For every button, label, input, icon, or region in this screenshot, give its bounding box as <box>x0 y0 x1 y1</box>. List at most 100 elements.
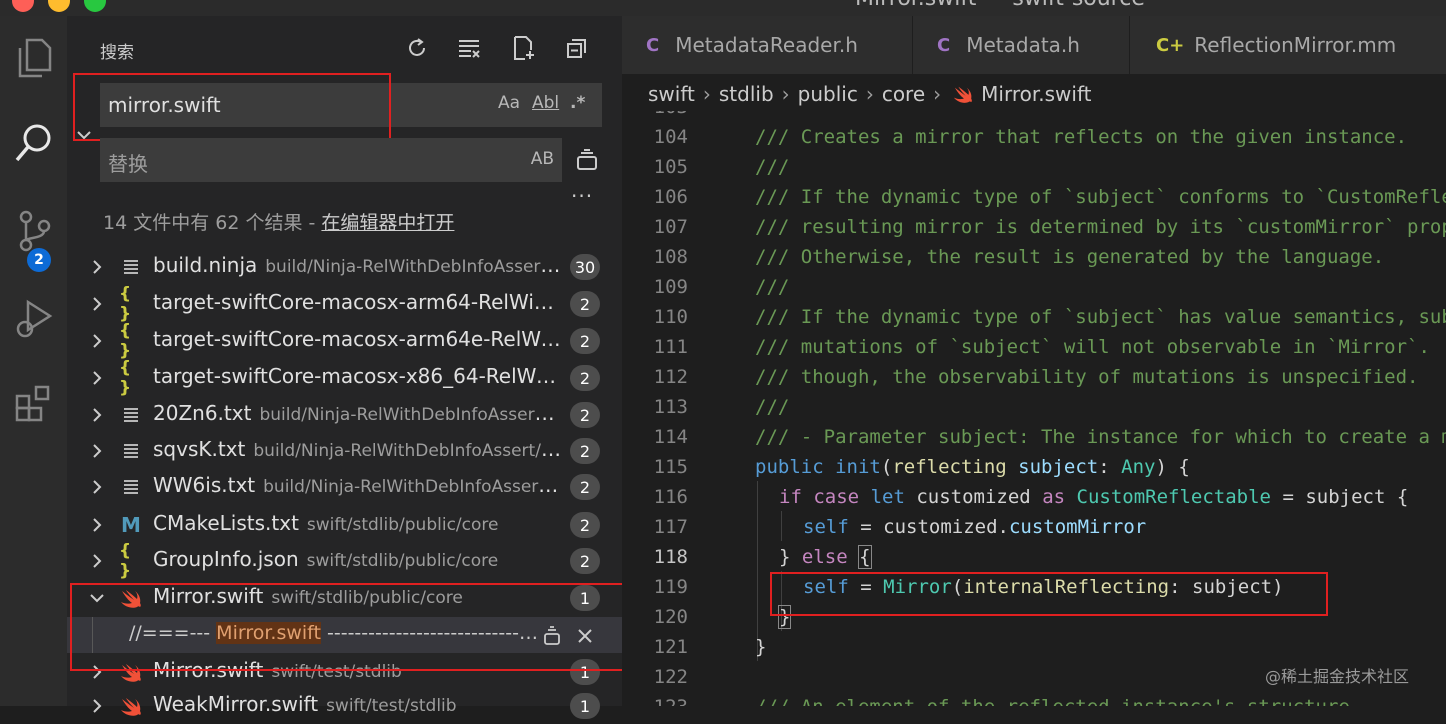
match-row[interactable]: //===--- Mirror.swift ------------------… <box>67 617 622 653</box>
result-file[interactable]: WW6is.txt build/Ninja-RelWithDebInfoAsser… <box>67 469 622 505</box>
result-text: CMakeLists.txt swift/stdlib/public/core <box>153 511 561 535</box>
breadcrumb-item[interactable]: public <box>798 82 858 106</box>
chevron-right-icon[interactable] <box>89 442 105 460</box>
chevron-right-icon[interactable] <box>89 258 105 276</box>
swift-icon <box>954 86 973 103</box>
activity-run-debug[interactable] <box>0 288 67 348</box>
code-comment: /// Creates a mirror that reflects on th… <box>755 126 1408 148</box>
result-file[interactable]: WeakMirror.swift swift/test/stdlib 1 <box>67 688 622 724</box>
more-actions-button[interactable]: ··· <box>571 184 593 208</box>
match-highlight: Mirror.swift <box>216 622 321 644</box>
result-file[interactable]: 20Zn6.txt build/Ninja-RelWithDebInfoAsser… <box>67 397 622 433</box>
result-file[interactable]: M CMakeLists.txt swift/stdlib/public/core… <box>67 507 622 543</box>
code-line: 108 /// Otherwise, the result is generate… <box>622 246 1446 276</box>
chevron-right-icon[interactable] <box>89 663 105 681</box>
result-text: GroupInfo.json swift/stdlib/public/core <box>153 547 561 571</box>
result-file[interactable]: Mirror.swift swift/test/stdlib 1 <box>67 654 622 690</box>
replace-match-button[interactable] <box>541 625 563 647</box>
match-case-toggle[interactable]: Aa <box>498 93 520 113</box>
c-header-icon: C <box>646 34 660 56</box>
whole-word-toggle[interactable]: Abl <box>532 93 559 113</box>
tab-metadatareader[interactable]: C MetadataReader.h <box>622 16 913 74</box>
zoom-window-button[interactable] <box>84 0 106 12</box>
text-file-icon <box>119 475 143 499</box>
swift-icon <box>119 586 143 610</box>
chevron-right-icon[interactable] <box>89 332 105 350</box>
result-file[interactable]: { } target-swiftCore-macosx-arm64e-RelWi… <box>67 321 622 361</box>
replace-icon <box>544 626 560 645</box>
regex-toggle[interactable]: .* <box>570 93 585 113</box>
result-path: build/Ninja-RelWithDebInfoAssert/swift-m… <box>263 477 561 497</box>
result-count-badge: 2 <box>570 548 600 574</box>
minimize-window-button[interactable] <box>48 0 70 12</box>
close-window-button[interactable] <box>12 0 34 12</box>
result-text: target-swiftCore-macosx-arm64-RelWithDeb… <box>153 290 561 314</box>
chevron-down-icon[interactable] <box>89 589 105 607</box>
replace-input[interactable]: 替换 AB <box>100 138 562 182</box>
result-file[interactable]: build.ninja build/Ninja-RelWithDebInfoAss… <box>67 249 622 285</box>
result-file[interactable]: { } target-swiftCore-macosx-arm64-RelWit… <box>67 284 622 324</box>
chevron-right-icon[interactable] <box>89 478 105 496</box>
code-view[interactable]: 103 104 /// Creates a mirror that reflect… <box>622 111 1446 706</box>
line-number: 122 <box>653 666 688 688</box>
result-count-badge: 2 <box>570 291 600 317</box>
search-input-value: mirror.swift <box>108 93 221 117</box>
breadcrumb-item[interactable]: swift <box>648 82 695 106</box>
line-number: 114 <box>653 426 688 448</box>
replace-all-button[interactable] <box>573 146 601 174</box>
result-count-badge: 2 <box>570 438 600 464</box>
tab-reflectionmirror[interactable]: C+ ReflectionMirror.mm <box>1130 16 1446 74</box>
code-line: 112 /// though, the observability of muta… <box>622 366 1446 396</box>
activity-search[interactable] <box>0 113 67 173</box>
new-search-editor-button[interactable] <box>510 34 538 62</box>
breadcrumb-item[interactable]: Mirror.swift <box>981 82 1091 106</box>
editor-tabs: C MetadataReader.h C Metadata.h C+ Refle… <box>622 16 1446 74</box>
activity-explorer[interactable] <box>0 28 67 88</box>
breadcrumb-item[interactable]: stdlib <box>719 82 774 106</box>
clear-results-button[interactable] <box>456 34 484 62</box>
result-file[interactable]: sqvsK.txt build/Ninja-RelWithDebInfoAsser… <box>67 433 622 469</box>
result-text: WeakMirror.swift swift/test/stdlib <box>153 692 561 716</box>
breadcrumb-separator-icon: › <box>865 82 874 106</box>
code-line: 105 /// <box>622 156 1446 186</box>
tab-metadata[interactable]: C Metadata.h <box>913 16 1130 74</box>
source-control-icon <box>19 210 50 252</box>
result-count-badge: 2 <box>570 474 600 500</box>
json-icon: { } <box>119 358 132 398</box>
code-text: } <box>777 605 792 629</box>
chevron-right-icon[interactable] <box>89 369 105 387</box>
line-number: 111 <box>653 336 688 358</box>
breadcrumb-separator-icon: › <box>933 82 942 106</box>
json-icon: { } <box>119 284 132 324</box>
result-file-expanded[interactable]: Mirror.swift swift/stdlib/public/core 1 <box>67 580 622 616</box>
open-in-editor-link[interactable]: 在编辑器中打开 <box>321 212 454 234</box>
chevron-right-icon[interactable] <box>89 406 105 424</box>
result-count-badge: 2 <box>570 365 600 391</box>
chevron-right-icon[interactable] <box>89 697 105 715</box>
chevron-right-icon[interactable] <box>89 552 105 570</box>
activity-extensions[interactable] <box>0 374 67 434</box>
result-text: target-swiftCore-macosx-arm64e-RelWithDe… <box>153 327 561 351</box>
result-file[interactable]: { } target-swiftCore-macosx-x86_64-RelWi… <box>67 358 622 398</box>
result-path: swift/stdlib/public/core <box>271 588 463 608</box>
result-file[interactable]: { } GroupInfo.json swift/stdlib/public/co… <box>67 541 622 581</box>
dismiss-match-button[interactable] <box>574 625 596 647</box>
refresh-button[interactable] <box>403 34 431 62</box>
line-number: 116 <box>653 486 688 508</box>
collapse-all-button[interactable] <box>563 34 591 62</box>
result-filename: target-swiftCore-macosx-arm64e-RelWithDe… <box>153 327 561 351</box>
line-number: 110 <box>653 306 688 328</box>
tree-indent-guide <box>92 617 93 653</box>
result-filename: GroupInfo.json <box>153 547 299 571</box>
breadcrumb-item[interactable]: core <box>882 82 925 106</box>
preserve-case-toggle[interactable]: AB <box>531 149 554 169</box>
results-summary-text: 14 文件中有 62 个结果 - <box>103 212 322 234</box>
line-number: 104 <box>653 126 688 148</box>
toggle-replace-chevron-icon[interactable] <box>75 128 93 142</box>
code-line: 104 /// Creates a mirror that reflects on… <box>622 126 1446 156</box>
chevron-right-icon[interactable] <box>89 516 105 534</box>
chevron-right-icon[interactable] <box>89 295 105 313</box>
search-input[interactable]: mirror.swift Aa Abl .* <box>100 83 602 127</box>
code-line: 116 if case let customized as CustomRefle… <box>622 486 1446 516</box>
code-comment: /// <box>755 156 790 178</box>
